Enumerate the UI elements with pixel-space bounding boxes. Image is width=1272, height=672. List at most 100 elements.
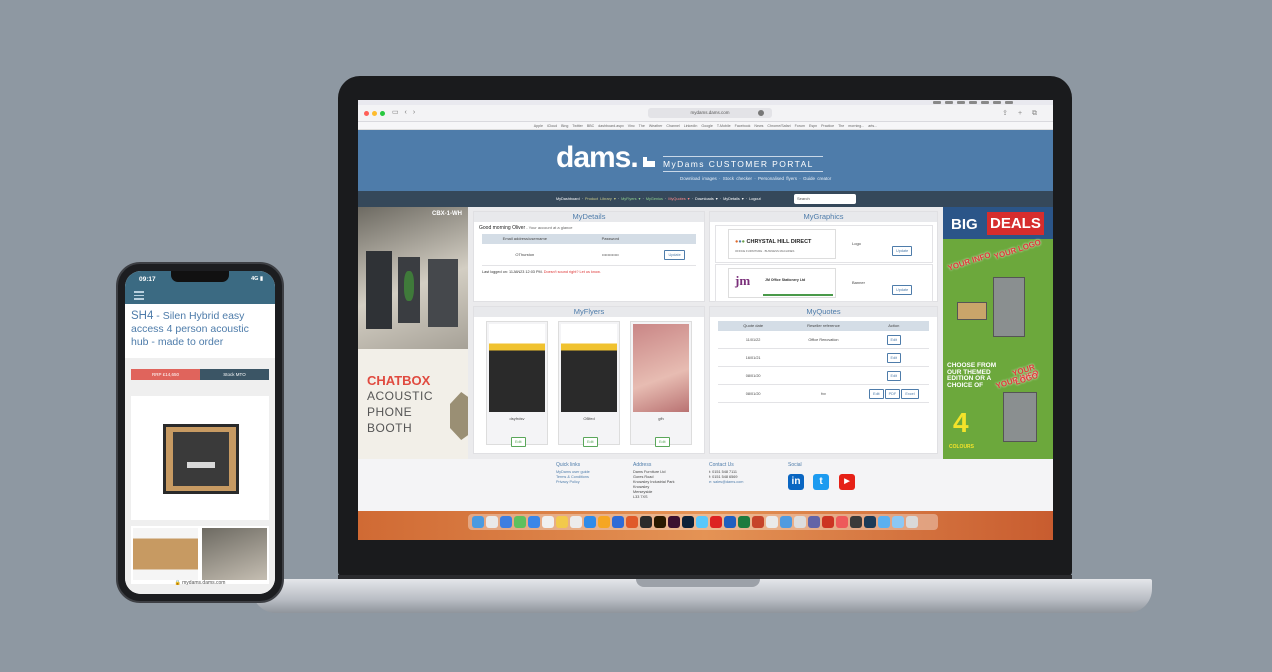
close-window-button[interactable] bbox=[364, 111, 369, 116]
chrome-icon[interactable] bbox=[612, 516, 624, 528]
search-input[interactable]: Search bbox=[794, 194, 856, 204]
quote-ref: Office Renovation bbox=[808, 338, 839, 342]
dams-logo-mark-cut bbox=[647, 155, 656, 161]
indesign-icon[interactable] bbox=[668, 516, 680, 528]
report-link[interactable]: Doesn't sound right? Let us know. bbox=[544, 270, 601, 274]
media-encoder-icon[interactable] bbox=[836, 516, 848, 528]
product-image[interactable] bbox=[131, 396, 269, 520]
edit-button[interactable]: Edit bbox=[583, 437, 598, 447]
preview-icon[interactable] bbox=[696, 516, 708, 528]
bridge-icon[interactable] bbox=[640, 516, 652, 528]
flyer-thumbnail[interactable] bbox=[633, 324, 689, 412]
firefox-icon[interactable] bbox=[626, 516, 638, 528]
edit-button[interactable]: Edit bbox=[886, 353, 902, 363]
graphic-action: Update bbox=[892, 278, 913, 296]
graphic-action: Update bbox=[892, 239, 913, 257]
excel-icon[interactable] bbox=[738, 516, 750, 528]
update-button[interactable]: Update bbox=[892, 285, 913, 295]
phone: 09:17 4G ▮ SH4 - Silen Hybrid easy acces… bbox=[116, 262, 284, 603]
filezilla-icon[interactable] bbox=[822, 516, 834, 528]
address-bar[interactable]: mydams.dams.com bbox=[648, 108, 772, 118]
finder-icon[interactable] bbox=[472, 516, 484, 528]
downloads-icon[interactable] bbox=[892, 516, 904, 528]
privacy-link[interactable]: Privacy Policy bbox=[556, 480, 590, 485]
edit-button[interactable]: Edit bbox=[886, 335, 902, 345]
minimize-window-button[interactable] bbox=[372, 111, 377, 116]
nav-item-logout[interactable]: Logout bbox=[749, 197, 761, 201]
big-deals-advert[interactable]: BIG DEALS YOUR INFO YOUR LOGO CHOOSE FRO… bbox=[943, 207, 1053, 459]
favorites-bar[interactable]: Apple iCloud Bing Twitter BBC dashboard.… bbox=[358, 122, 1053, 130]
photoshop-icon[interactable] bbox=[682, 516, 694, 528]
lightroom-icon[interactable] bbox=[864, 516, 876, 528]
terminal-icon[interactable] bbox=[850, 516, 862, 528]
nav-item-mydetails[interactable]: MyDetails ▾ bbox=[723, 197, 744, 201]
linkedin-icon[interactable]: in bbox=[788, 474, 804, 490]
twitter-icon[interactable]: t bbox=[813, 474, 829, 490]
word-icon[interactable] bbox=[724, 516, 736, 528]
flyer-thumbnail[interactable] bbox=[561, 324, 617, 412]
update-button[interactable]: Update bbox=[664, 250, 685, 260]
dams-logo[interactable]: dams. bbox=[556, 141, 639, 175]
teams-icon[interactable] bbox=[808, 516, 820, 528]
hamburger-menu-icon[interactable] bbox=[134, 291, 144, 302]
safari-icon[interactable] bbox=[500, 516, 512, 528]
trash-icon[interactable] bbox=[906, 516, 918, 528]
details-table-header: Email address/username Password bbox=[482, 234, 696, 244]
thumbnail-image[interactable] bbox=[202, 528, 267, 580]
zoom-window-button[interactable] bbox=[380, 111, 385, 116]
quote-actions: Edit bbox=[859, 367, 929, 384]
signal-icon: 4G ▮ bbox=[251, 276, 263, 282]
acrobat-icon[interactable] bbox=[710, 516, 722, 528]
edit-button[interactable]: Edit bbox=[869, 389, 884, 399]
browser-nav-icons[interactable]: ▭ ‹ › bbox=[392, 108, 417, 116]
reminders-icon[interactable] bbox=[570, 516, 582, 528]
messages-icon[interactable] bbox=[514, 516, 526, 528]
portal-subnav[interactable]: Download images · Stock checker · Person… bbox=[680, 176, 831, 181]
stock-tab[interactable]: Stock MTO bbox=[200, 369, 269, 380]
launchpad-icon[interactable] bbox=[486, 516, 498, 528]
greeting-name: Good morning Oliver bbox=[479, 225, 526, 231]
appstore-icon[interactable] bbox=[584, 516, 596, 528]
photos-icon[interactable] bbox=[598, 516, 610, 528]
footer-heading: Social bbox=[788, 462, 802, 468]
nav-item-myflyers[interactable]: MyFlyers ▾ bbox=[621, 197, 640, 201]
nav-item-dashboard[interactable]: MyDashboard bbox=[556, 197, 580, 201]
notes-app-icon[interactable] bbox=[794, 516, 806, 528]
system-preferences-icon[interactable] bbox=[766, 516, 778, 528]
mail-icon[interactable] bbox=[528, 516, 540, 528]
illustrator-icon[interactable] bbox=[654, 516, 666, 528]
chatbox-advert[interactable]: CBX-1-WH CHATBOX ACOUSTIC PHONE BOOTH bbox=[358, 207, 468, 459]
mobile-url-bar[interactable]: 🔒 mydams.dams.com bbox=[125, 580, 275, 586]
excel-button[interactable]: Excel bbox=[901, 389, 919, 399]
flyer-card[interactable]: gfh Edit bbox=[630, 321, 692, 447]
banner-stripe bbox=[763, 294, 833, 296]
product-title: SH4 - Silen Hybrid easy access 4 person … bbox=[125, 304, 275, 356]
email-link[interactable]: e: sales@dams.com bbox=[709, 480, 743, 485]
calendar-icon[interactable] bbox=[542, 516, 554, 528]
edit-button[interactable]: Edit bbox=[511, 437, 526, 447]
youtube-icon[interactable]: ▶ bbox=[839, 474, 855, 490]
update-button[interactable]: Update bbox=[892, 246, 913, 256]
main-navbar: MyDashboard · Product Library ▾ · MyFlye… bbox=[358, 191, 1053, 207]
outlook-icon[interactable] bbox=[780, 516, 792, 528]
powerpoint-icon[interactable] bbox=[752, 516, 764, 528]
nav-item-myquotes[interactable]: MyQuotes ▾ bbox=[668, 197, 689, 201]
edit-button[interactable]: Edit bbox=[886, 371, 902, 381]
flyer-thumbnail[interactable] bbox=[489, 324, 545, 412]
flyer-card[interactable]: OBfed Edit bbox=[558, 321, 620, 447]
thumbnail-image[interactable] bbox=[133, 528, 198, 580]
nav-item-product-library[interactable]: Product Library ▾ bbox=[585, 197, 616, 201]
pdf-button[interactable]: PDF bbox=[884, 389, 901, 399]
rrp-tab[interactable]: RRP £14,650 bbox=[131, 369, 200, 380]
browser-actions-icons[interactable]: ⇪ + ⧉ bbox=[1002, 109, 1041, 118]
advert-line: BOOTH bbox=[367, 421, 413, 435]
booth-image bbox=[428, 259, 458, 327]
flyer-card[interactable]: dsyfrdsv Edit bbox=[486, 321, 548, 447]
notes-icon[interactable] bbox=[556, 516, 568, 528]
folder-icon[interactable] bbox=[878, 516, 890, 528]
nav-item-mygenius[interactable]: MyGenius bbox=[646, 197, 663, 201]
phone-screen: 09:17 4G ▮ SH4 - Silen Hybrid easy acces… bbox=[125, 271, 275, 594]
edit-button[interactable]: Edit bbox=[655, 437, 670, 447]
nav-item-downloads[interactable]: Downloads ▾ bbox=[695, 197, 718, 201]
reload-icon[interactable] bbox=[758, 110, 764, 116]
